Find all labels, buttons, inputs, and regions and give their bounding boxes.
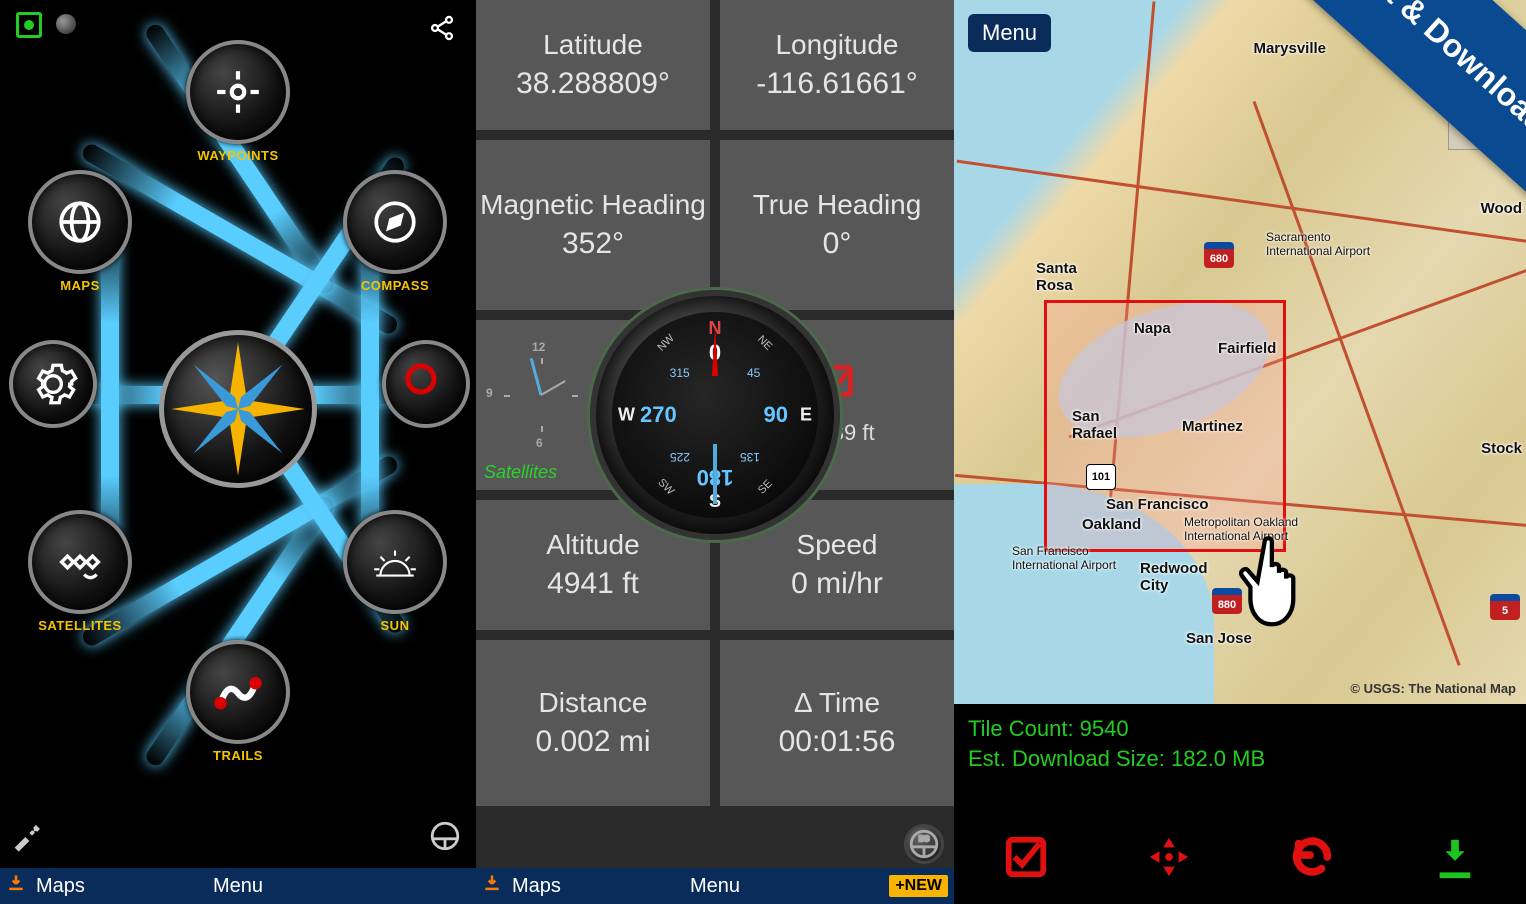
download-size: Est. Download Size: 182.0 MB [968, 744, 1512, 774]
place-redwood: Redwood City [1140, 560, 1220, 594]
pointer-hand-icon [1234, 530, 1324, 635]
place-napa: Napa [1134, 320, 1171, 337]
panel-dashboard: Latitude 38.288809° Longitude -116.61661… [476, 0, 954, 904]
maghdg-label: Magnetic Heading [480, 186, 706, 224]
center-compass-rose-icon[interactable] [159, 330, 317, 488]
shield-i680: 680 [1204, 242, 1234, 268]
maps-link[interactable]: Maps [36, 875, 85, 898]
gps-fix-icon[interactable] [16, 12, 42, 38]
place-sac-airport: Sacramento International Airport [1266, 230, 1396, 258]
compass-dial[interactable]: N S E W NW NE SW SE 0 90 180 270 45 135 … [590, 290, 840, 540]
sun-label: SUN [340, 618, 450, 633]
download-icon[interactable] [482, 873, 502, 899]
dist-value: 0.002 mi [535, 722, 650, 763]
tools-icon[interactable] [12, 821, 44, 858]
place-oakland: Oakland [1082, 516, 1141, 533]
shield-101: 101 [1086, 464, 1116, 490]
place-fairfield: Fairfield [1218, 340, 1276, 357]
trails-label: TRAILS [183, 748, 293, 763]
waypoints-label: WAYPOINTS [183, 148, 293, 163]
place-wood: Wood [1481, 200, 1522, 217]
satellites-label: SATELLITES [25, 618, 135, 633]
place-sfo: San Francisco International Airport [1012, 544, 1122, 572]
download-status-bar: Tile Count: 9540 Est. Download Size: 182… [954, 704, 1526, 904]
radial-stage: WAYPOINTS MAPS COMPASS SATELLITES SUN TR… [0, 40, 476, 824]
place-stockton: Stock [1481, 440, 1522, 457]
maps-label: MAPS [25, 278, 135, 293]
clock-icon: 12 3 6 9 [486, 340, 596, 450]
driving-mode-icon[interactable] [428, 819, 462, 858]
lon-label: Longitude [775, 26, 898, 64]
settings-button[interactable] [5, 340, 100, 435]
place-sf: San Francisco [1106, 496, 1209, 513]
undo-button[interactable] [1287, 832, 1337, 882]
new-button[interactable]: +NEW [889, 875, 948, 897]
svg-text:DS: DS [919, 835, 929, 843]
menu-link[interactable]: Menu [690, 875, 740, 898]
menu-button[interactable]: Menu [968, 14, 1051, 52]
distance-cell[interactable]: Distance 0.002 mi [476, 640, 710, 806]
truehdg-value: 0° [823, 224, 852, 265]
menu-link[interactable]: Menu [213, 875, 263, 898]
lat-label: Latitude [543, 26, 643, 64]
shield-i5: 5 [1490, 594, 1520, 620]
maghdg-value: 352° [562, 224, 624, 265]
compass-button[interactable]: COMPASS [340, 170, 450, 305]
download-icon[interactable] [6, 873, 26, 899]
confirm-selection-button[interactable] [1001, 832, 1051, 882]
satellites-label: Satellites [484, 460, 557, 484]
true-heading-cell[interactable]: True Heading 0° [720, 140, 954, 310]
record-button[interactable] [378, 340, 473, 435]
tile-count: Tile Count: 9540 [968, 714, 1512, 744]
satellites-button[interactable]: SATELLITES [25, 510, 135, 645]
truehdg-label: True Heading [753, 186, 922, 224]
delta-time-cell[interactable]: Δ Time 00:01:56 [720, 640, 954, 806]
spd-value: 0 mi/hr [791, 564, 883, 605]
place-martinez: Martinez [1182, 418, 1243, 435]
trails-button[interactable]: TRAILS [183, 640, 293, 775]
dtime-label: Δ Time [794, 684, 880, 722]
place-marysville: Marysville [1253, 40, 1326, 57]
lon-value: -116.61661° [756, 64, 918, 105]
maps-button[interactable]: MAPS [25, 170, 135, 305]
latitude-cell[interactable]: Latitude 38.288809° [476, 0, 710, 130]
sun-button[interactable]: SUN [340, 510, 450, 645]
panel-main-menu: WAYPOINTS MAPS COMPASS SATELLITES SUN TR… [0, 0, 476, 904]
bottom-bar: Maps Menu +NEW [476, 868, 954, 904]
bottom-bar: Maps Menu [0, 868, 476, 904]
move-selection-button[interactable] [1144, 832, 1194, 882]
driving-mode-icon[interactable]: DS [904, 824, 944, 864]
waypoints-button[interactable]: WAYPOINTS [183, 40, 293, 175]
panel-map-download: Menu + Select & Download Marysville Sacr… [954, 0, 1526, 904]
place-santa-rosa: Santa Rosa [1036, 260, 1096, 294]
dtime-value: 00:01:56 [779, 722, 896, 763]
alt-value: 4941 ft [547, 564, 639, 605]
map-attribution: © USGS: The National Map [1350, 681, 1516, 696]
maps-link[interactable]: Maps [512, 875, 561, 898]
download-button[interactable] [1430, 832, 1480, 882]
dist-label: Distance [539, 684, 648, 722]
compass-label: COMPASS [340, 278, 450, 293]
lat-value: 38.288809° [516, 64, 670, 105]
place-san-rafael: San Rafael [1072, 408, 1132, 442]
download-actions [954, 822, 1526, 892]
status-dot-icon[interactable] [56, 14, 76, 34]
longitude-cell[interactable]: Longitude -116.61661° [720, 0, 954, 130]
magnetic-heading-cell[interactable]: Magnetic Heading 352° [476, 140, 710, 310]
